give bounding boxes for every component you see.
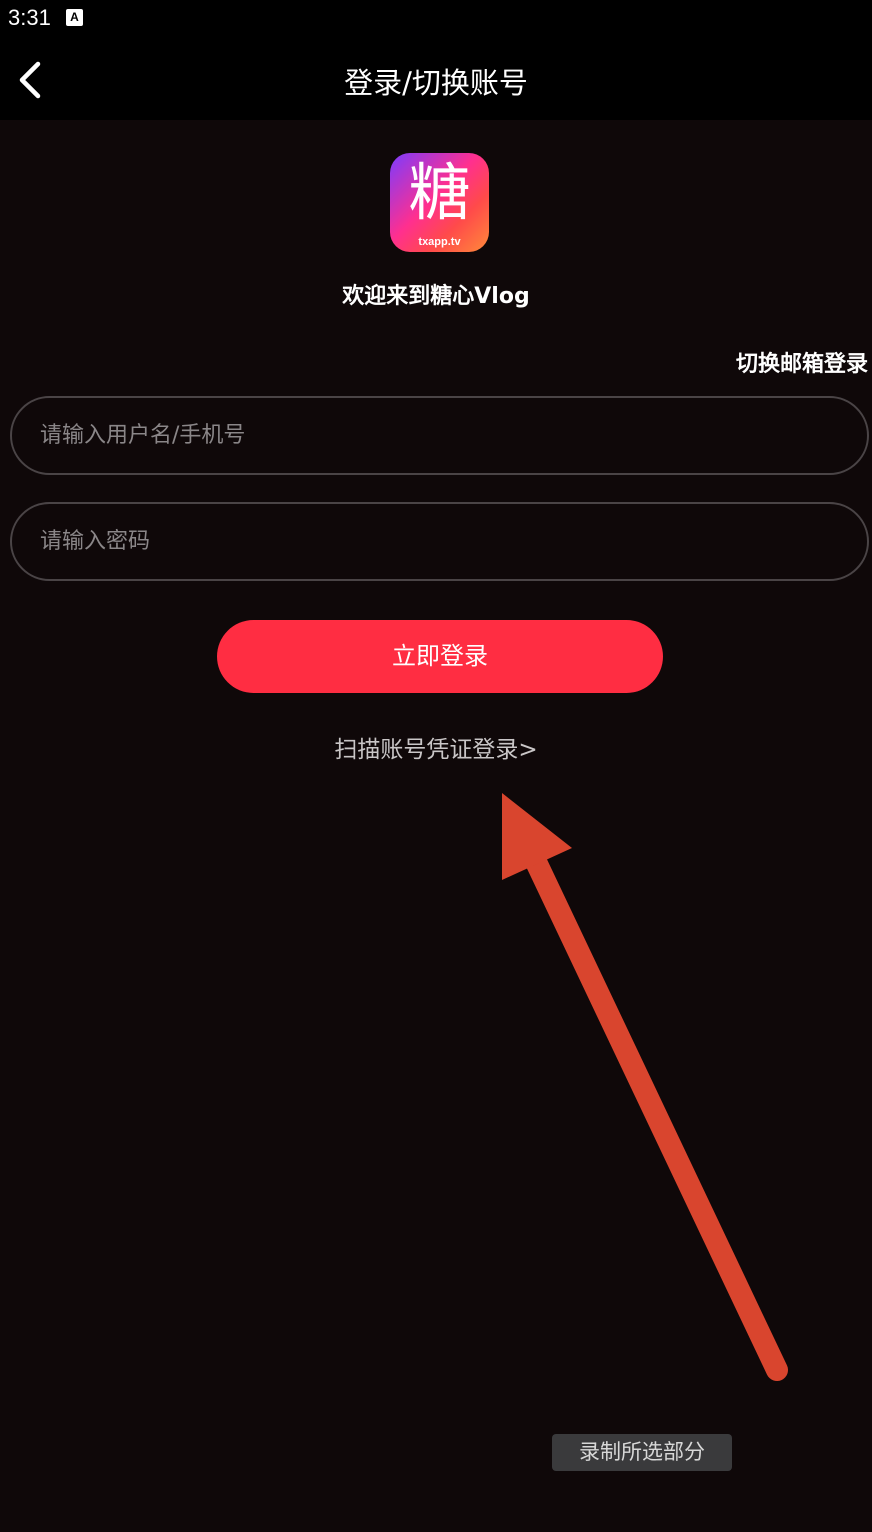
- a-icon: A: [66, 9, 83, 26]
- status-time: 3:31: [8, 5, 51, 30]
- password-input[interactable]: [12, 504, 867, 579]
- record-selection-badge[interactable]: 录制所选部分: [552, 1434, 732, 1471]
- scan-credential-login-link[interactable]: 扫描账号凭证登录>: [0, 730, 872, 764]
- logo-domain: txapp.tv: [418, 236, 461, 248]
- header: 登录/切换账号: [0, 40, 872, 120]
- password-field[interactable]: [10, 502, 869, 581]
- status-bar: 3:31 A: [0, 0, 872, 40]
- page-title: 登录/切换账号: [344, 66, 528, 100]
- login-button[interactable]: 立即登录: [217, 620, 663, 693]
- welcome-text: 欢迎来到糖心Vlog: [342, 284, 530, 309]
- logo-char: 糖: [408, 156, 471, 229]
- switch-email-login-link[interactable]: 切换邮箱登录: [736, 346, 868, 378]
- login-screen: 3:31 A 登录/切换账号 糖 txapp.tv 欢迎来到糖心Vlog 切换邮…: [0, 0, 872, 1532]
- app-logo: 糖 txapp.tv: [390, 153, 489, 252]
- username-input[interactable]: [12, 398, 867, 473]
- username-field[interactable]: [10, 396, 869, 475]
